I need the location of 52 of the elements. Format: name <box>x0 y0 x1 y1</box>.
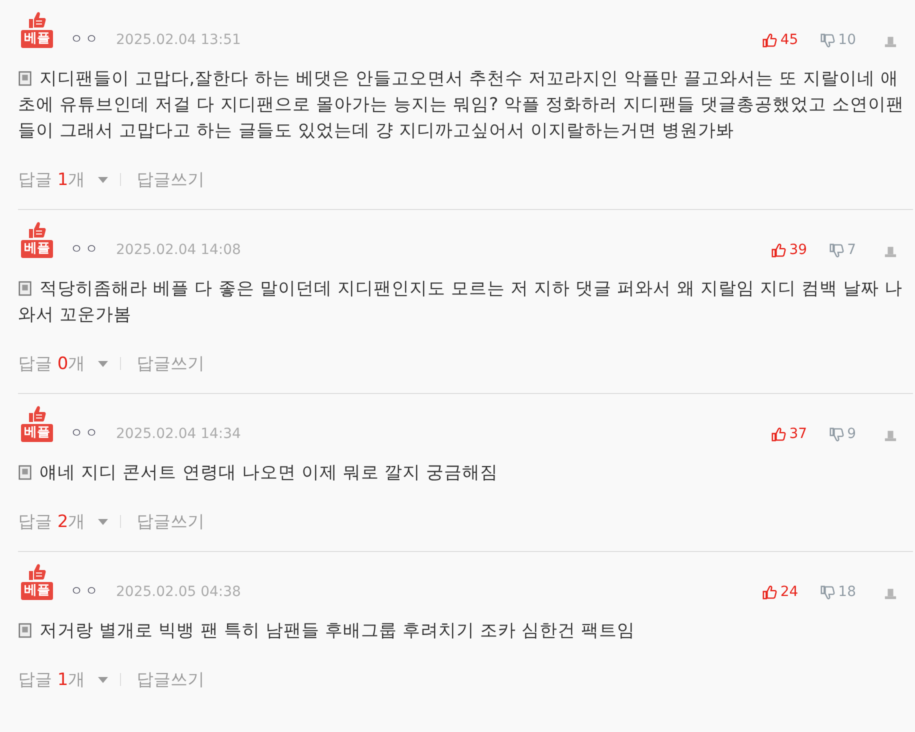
like-button[interactable]: 24 <box>762 584 798 600</box>
dislike-button[interactable]: 18 <box>820 584 856 600</box>
caret-icon <box>98 176 108 182</box>
dislike-button[interactable]: 10 <box>820 32 856 48</box>
document-icon <box>18 465 32 480</box>
username[interactable]: ㅇㅇ <box>70 240 100 258</box>
thumbs-down-icon <box>820 32 836 48</box>
thumbs-up-icon <box>762 584 778 600</box>
replies-toggle[interactable]: 답글 1개 <box>18 668 108 691</box>
comment-text: 적당히좀해라 베플 다 좋은 말이던데 지디팬인지도 모르는 저 지하 댓글 퍼와서 왜 지랄임 지디 컴백 날짜 나와서 꼬운가봄 <box>18 278 904 327</box>
thumbs-up-icon <box>27 562 47 582</box>
like-button[interactable]: 37 <box>771 426 808 442</box>
best-tag: 베플 <box>21 30 53 48</box>
thumbs-up-icon <box>771 426 786 442</box>
thumbs-up-icon <box>27 220 47 240</box>
username[interactable]: ㅇㅇ <box>70 424 100 442</box>
caret-icon <box>98 676 108 682</box>
caret-icon <box>98 518 108 524</box>
like-button[interactable]: 39 <box>771 242 808 258</box>
write-reply-link[interactable]: 답글쓰기 <box>136 668 205 691</box>
replies-toggle[interactable]: 답글 2개 <box>18 510 108 533</box>
caret-icon <box>98 360 108 366</box>
thumbs-down-icon <box>820 584 836 600</box>
thumbs-up-icon <box>27 404 47 424</box>
thumbs-up-icon <box>771 242 786 258</box>
document-icon <box>18 71 32 86</box>
thumbs-down-icon <box>829 426 844 442</box>
replies-toggle[interactable]: 답글 0개 <box>18 352 108 375</box>
write-reply-link[interactable]: 답글쓰기 <box>136 352 205 375</box>
thumbs-down-icon <box>829 242 844 258</box>
username[interactable]: ㅇㅇ <box>70 30 100 48</box>
comment-text: 얘네 지디 콘서트 연령대 나오면 이제 뭐로 깔지 궁금해짐 <box>18 460 913 486</box>
document-icon <box>18 623 32 638</box>
thumbs-up-icon <box>27 10 47 30</box>
comment-text: 저거랑 별개로 빅뱅 팬 특히 남팬들 후배그룹 후려치기 조카 심한건 팩트임 <box>18 618 913 644</box>
best-tag: 베플 <box>21 424 53 442</box>
write-reply-link[interactable]: 답글쓰기 <box>136 168 205 191</box>
write-reply-link[interactable]: 답글쓰기 <box>136 510 205 533</box>
comment-text: 지디팬들이 고맙다,잘한다 하는 베댓은 안들고오면서 추천수 저꼬라지인 악플만 끌고와서는 또 지랄이네 애초에 유튜브인데 저걸 다 지디팬으로 몰아가는 능지는 뭐임? 악플 정화하러 지디팬들 댓글총공했었고 소연이팬들이 그래서 고맙다고 하는 글들도 있었는데 걍 지디까고싶어서 이지랄하는거면 병원가봐 <box>18 68 906 143</box>
comment-date: 2025.02.05 04:38 <box>116 584 241 600</box>
best-tag: 베플 <box>21 582 53 600</box>
best-tag: 베플 <box>21 240 53 258</box>
dislike-button[interactable]: 7 <box>829 242 856 258</box>
comment-date: 2025.02.04 13:51 <box>116 32 241 48</box>
replies-toggle[interactable]: 답글 1개 <box>18 168 108 191</box>
comment-date: 2025.02.04 14:08 <box>116 242 241 258</box>
document-icon <box>18 281 32 296</box>
dislike-button[interactable]: 9 <box>829 426 856 442</box>
username[interactable]: ㅇㅇ <box>70 582 100 600</box>
comment-date: 2025.02.04 14:34 <box>116 426 241 442</box>
thumbs-up-icon <box>762 32 778 48</box>
like-button[interactable]: 45 <box>762 32 798 48</box>
